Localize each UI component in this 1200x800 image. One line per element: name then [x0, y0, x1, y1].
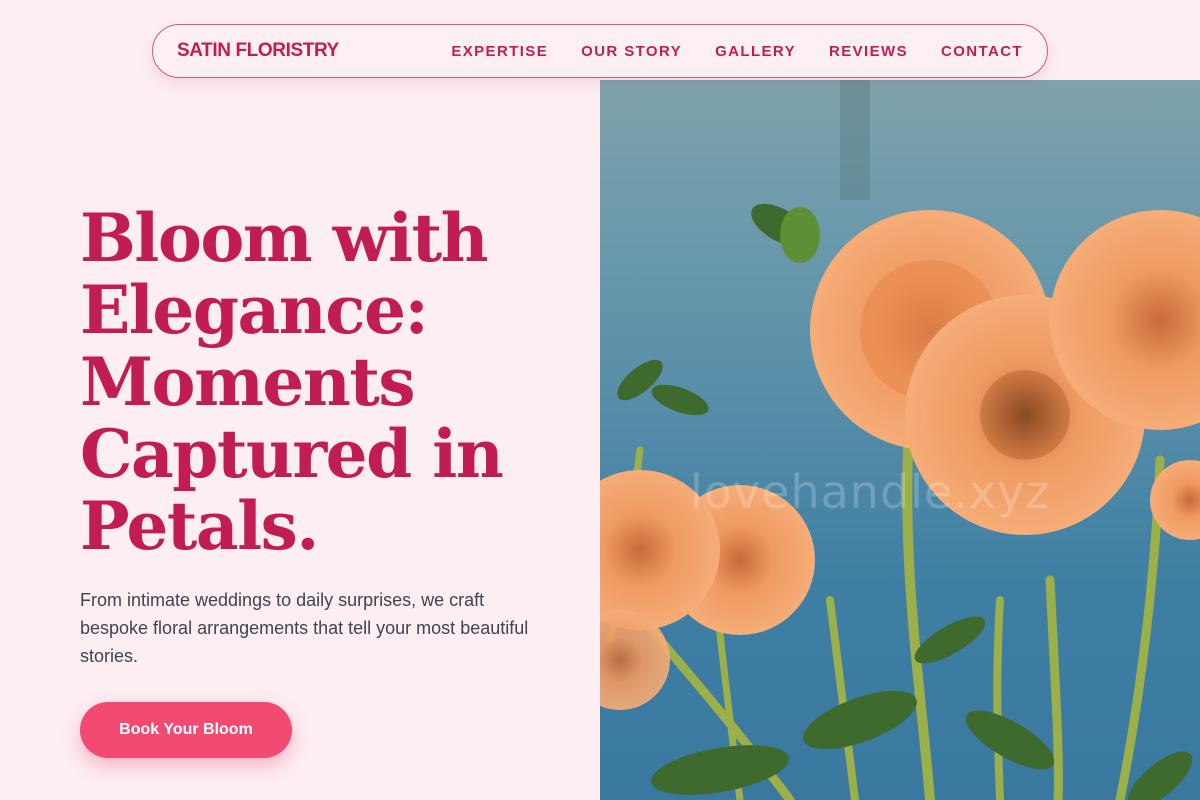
hero-subtext: From intimate weddings to daily surprise… [80, 590, 529, 666]
nav-link-contact[interactable]: CONTACT [941, 43, 1023, 60]
nav-link-gallery[interactable]: GALLERY [715, 43, 796, 60]
watermark-text: lovehandle.xyz [690, 465, 1051, 519]
nav-links: EXPERTISE OUR STORY GALLERY REVIEWS CONT… [418, 43, 1023, 60]
top-navigation: SATIN FLORISTRY EXPERTISE OUR STORY GALL… [152, 24, 1048, 78]
hero-headline: Bloom with Elegance: Moments Captured in… [80, 199, 504, 565]
brand-logo[interactable]: SATIN FLORISTRY [177, 40, 339, 62]
book-your-bloom-button[interactable]: Book Your Bloom [80, 702, 292, 758]
nav-link-reviews[interactable]: REVIEWS [829, 43, 908, 60]
nav-link-expertise[interactable]: EXPERTISE [451, 43, 548, 60]
nav-link-our-story[interactable]: OUR STORY [581, 43, 682, 60]
dahlia-illustration [600, 80, 1200, 800]
hero-image: lovehandle.xyz [600, 80, 1200, 800]
